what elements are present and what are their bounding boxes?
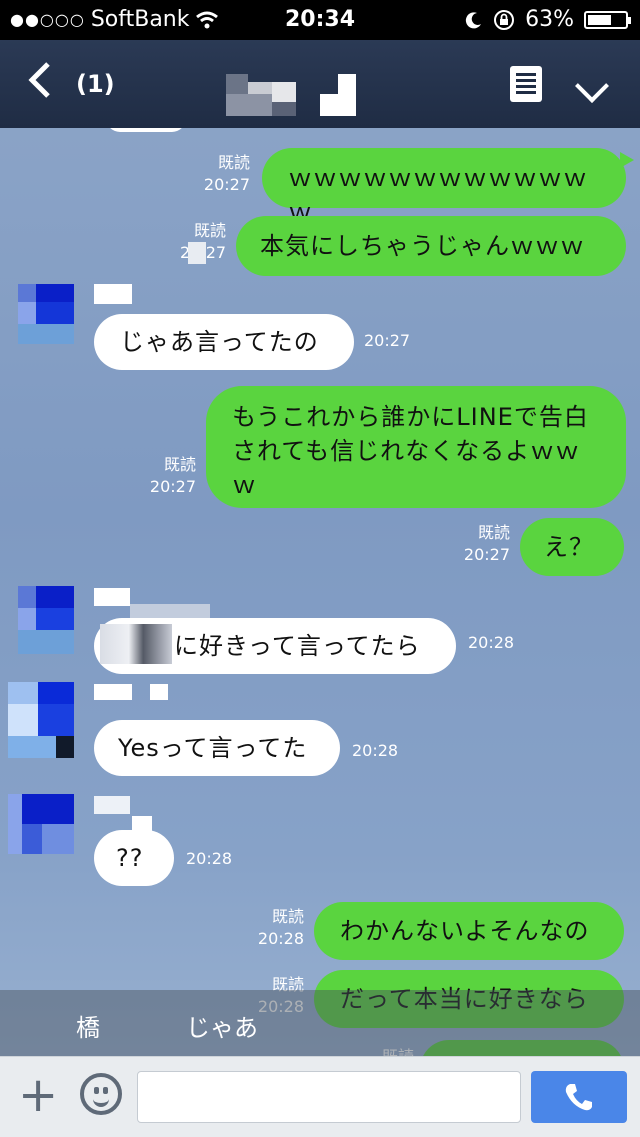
message-text: もうこれから誰かにLINEで告白されても信じれなくなるよｗｗｗ [232, 403, 589, 499]
message-bubble-outgoing[interactable]: わかんないよそんなの [314, 902, 624, 960]
read-receipt: 既読 [477, 523, 510, 542]
sender-name-obscured [94, 588, 130, 606]
avatar[interactable] [8, 682, 74, 758]
message-input-bar: + [0, 1056, 640, 1137]
message-text: ?? [116, 844, 144, 872]
message-input[interactable] [137, 1071, 521, 1123]
bubble-tail [620, 152, 634, 168]
message-bubble-outgoing[interactable]: 本気にしちゃうじゃんｗｗｗ [236, 216, 626, 276]
image-mosaic [188, 242, 206, 264]
message-text: じゃあ言ってたの [120, 328, 319, 356]
sender-name-obscured [94, 684, 132, 700]
avatar[interactable] [8, 794, 74, 854]
message-time: 20:28 [186, 849, 233, 868]
chevron-left-icon [28, 62, 50, 98]
chevron-down-icon[interactable] [575, 69, 609, 103]
battery-percent: 63% [525, 7, 574, 32]
avatar[interactable] [18, 586, 74, 654]
suggestion-item[interactable]: じゃあ [186, 1008, 258, 1043]
message-text: 本気にしちゃうじゃんｗｗｗ [260, 232, 585, 260]
message-meta: 既読 20:27 [196, 152, 250, 196]
status-bar: ●●○○○ SoftBank 20:34 63% [0, 0, 640, 40]
message-time: 20:28 [468, 633, 515, 652]
message-bubble-outgoing[interactable]: もうこれから誰かにLINEで告白されても信じれなくなるよｗｗｗ [206, 386, 626, 508]
message-time: 20:27 [203, 175, 250, 194]
suggestion-item[interactable]: 橋 [76, 1008, 100, 1043]
sender-name-obscured [150, 684, 168, 700]
plus-icon[interactable]: + [18, 1071, 58, 1119]
read-receipt: 既読 [163, 455, 196, 474]
message-list[interactable]: 既読 20:27 ｗｗｗｗｗｗｗｗｗｗｗｗｗ 既読 20:27 本気にしちゃうじ… [0, 128, 640, 1056]
smiley-icon[interactable] [80, 1073, 122, 1115]
message-time: 20:27 [149, 477, 196, 496]
message-time: 20:28 [352, 741, 399, 760]
battery-fill [588, 14, 611, 25]
moon-icon [465, 11, 482, 28]
chat-header: (1) [0, 40, 640, 128]
chat-title-obscured [226, 74, 362, 116]
message-meta: 既読 20:27 [456, 522, 510, 566]
keyboard-suggestion-bar: 橋 じゃあ [0, 990, 640, 1056]
list-icon[interactable] [510, 66, 542, 102]
message-time: 20:27 [364, 331, 411, 350]
message-meta: 既読 20:28 [250, 906, 304, 950]
message-meta: 既読 20:27 [142, 454, 196, 498]
message-bubble-partial [106, 128, 186, 132]
back-button[interactable] [26, 60, 52, 109]
message-bubble-incoming[interactable]: じゃあ言ってたの [94, 314, 354, 370]
message-text: え？ [544, 533, 594, 561]
message-time: 20:27 [463, 545, 510, 564]
message-text: に好きって言ってたら [174, 632, 421, 660]
message-bubble-outgoing[interactable]: え？ [520, 518, 624, 576]
rotation-lock-icon [494, 9, 515, 30]
message-bubble-outgoing[interactable]: ｗｗｗｗｗｗｗｗｗｗｗｗｗ [262, 148, 626, 226]
read-receipt: 既読 [271, 907, 304, 926]
read-receipt: 既読 [217, 153, 250, 172]
sender-name-obscured [94, 284, 132, 304]
read-receipt: 既読 [193, 221, 226, 240]
avatar[interactable] [18, 284, 74, 344]
message-bubble-incoming[interactable]: Yesって言ってた [94, 720, 340, 776]
message-text: わかんないよそんなの [340, 917, 590, 945]
image-mosaic [100, 624, 172, 664]
call-button[interactable] [531, 1071, 627, 1123]
battery-icon [584, 10, 631, 29]
message-bubble-incoming[interactable]: ?? [94, 830, 174, 886]
sender-name-obscured [94, 796, 130, 814]
message-time: 20:28 [257, 929, 304, 948]
phone-icon [565, 1084, 592, 1111]
message-text: Yesって言ってた [118, 734, 308, 762]
unread-count[interactable]: (1) [76, 70, 115, 98]
